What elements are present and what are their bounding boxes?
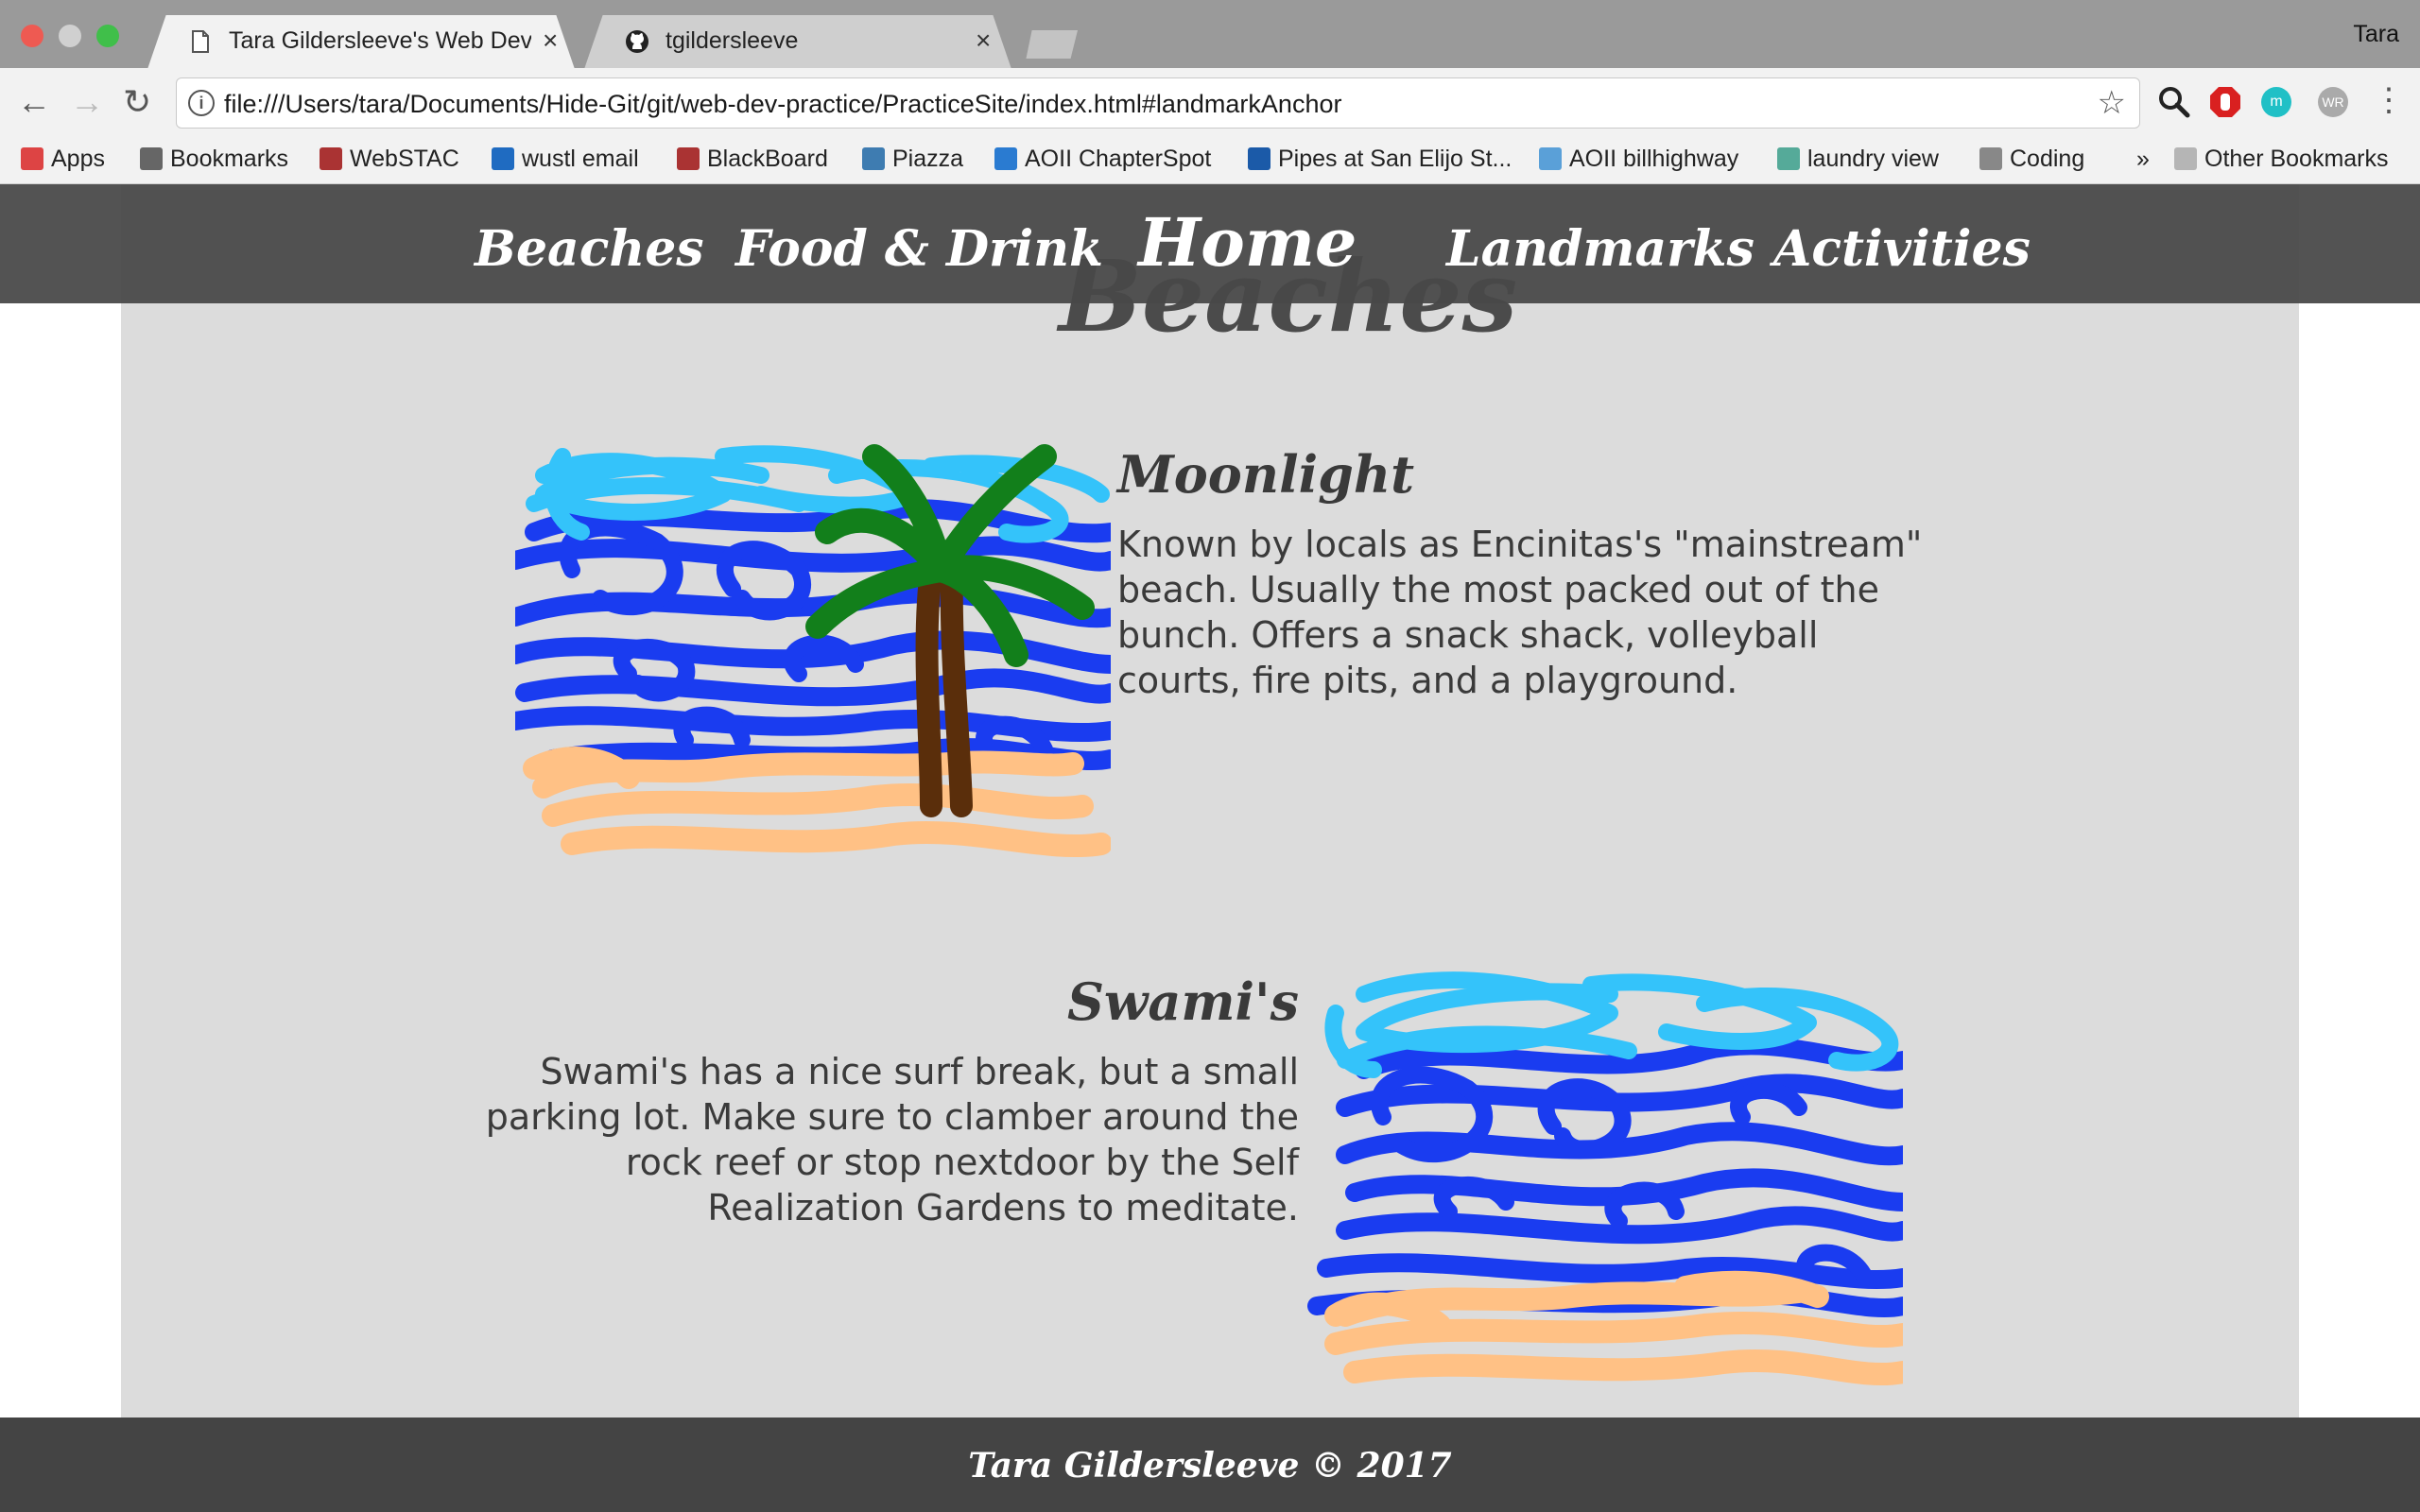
star-icon (140, 147, 163, 170)
bookmark-pipes-at-san-elijo-st[interactable]: Pipes at San Elijo St... (1248, 144, 1512, 174)
folder-icon (1979, 147, 2002, 170)
beach-description-swamis: Swami's has a nice surf break, but a sma… (485, 1051, 1299, 1228)
ad-blocker-icon[interactable] (2208, 85, 2242, 119)
site-navbar: Beaches Food & Drink Home Landmarks Acti… (0, 184, 2420, 303)
content-panel (121, 184, 2299, 1418)
nav-activities-link[interactable]: Activities (1773, 220, 2031, 278)
piazza-icon (862, 147, 885, 170)
other-bookmarks-label: Other Bookmarks (2204, 146, 2389, 172)
chapterspot-icon (994, 147, 1017, 170)
search-icon[interactable] (2157, 85, 2191, 119)
bookmark-blackboard[interactable]: BlackBoard (677, 144, 828, 174)
folder-icon (2174, 147, 2197, 170)
bookmark-label: BlackBoard (707, 146, 828, 172)
tab-github[interactable]: tgildersleeve × (571, 15, 1025, 68)
menu-icon[interactable]: ⋮ (2373, 81, 2405, 119)
bookmark-laundry-view[interactable]: laundry view (1777, 144, 1939, 174)
tab-web-dev[interactable]: Tara Gildersleeve's Web Dev P × (134, 15, 588, 68)
forward-arrow-icon[interactable]: → (70, 83, 104, 121)
bookmarks-bar: Apps Bookmarks WebSTAC wustl email BlackBoar… (0, 136, 2420, 184)
tab-title: tgildersleeve (666, 27, 799, 54)
bookmark-label: WebSTAC (350, 146, 459, 172)
surfline-icon (1248, 147, 1270, 170)
info-icon[interactable]: i (188, 90, 215, 116)
bookmark-star-icon[interactable]: ☆ (2098, 84, 2126, 122)
footer-copyright: Tara Gildersleeve © 2017 (968, 1446, 1452, 1486)
window-minimize-button[interactable] (59, 25, 81, 47)
bookmark-label: Pipes at San Elijo St... (1278, 146, 1512, 172)
document-icon (192, 30, 209, 53)
bookmark-wustl-email[interactable]: wustl email (492, 144, 639, 174)
beach-description-moonlight: Known by locals as Encinitas's "mainstre… (1117, 524, 1923, 701)
bookmark-label: Apps (51, 146, 105, 172)
billhighway-icon (1539, 147, 1562, 170)
mercury-extension-icon[interactable]: m (2261, 87, 2291, 117)
bookmark-label: AOII ChapterSpot (1025, 146, 1212, 172)
bookmarks-overflow-icon[interactable]: » (2136, 144, 2150, 174)
apps-grid-icon (21, 147, 43, 170)
bookmark-aoii-billhighway[interactable]: AOII billhighway (1539, 144, 1738, 174)
nav-beaches-link[interactable]: Beaches (475, 220, 704, 278)
bookmark-label: laundry view (1807, 146, 1939, 172)
window-zoom-button[interactable] (96, 25, 119, 47)
other-bookmarks-folder[interactable]: Other Bookmarks (2174, 144, 2389, 174)
beach-name-swamis: Swami's (1066, 971, 1299, 1032)
bookmark-label: Coding (2010, 146, 2085, 172)
tab-strip: Tara Gildersleeve's Web Dev P × tgilders… (0, 0, 2420, 68)
bookmark-apps[interactable]: Apps (21, 144, 105, 174)
bookmark-label: Bookmarks (170, 146, 289, 172)
browser-toolbar: ← → ↻ i file:///Users/tara/Documents/Hid… (0, 68, 2420, 136)
window-close-button[interactable] (21, 25, 43, 47)
back-arrow-icon[interactable]: ← (17, 83, 51, 121)
bookmark-aoii-chapterspot[interactable]: AOII ChapterSpot (994, 144, 1211, 174)
bookmark-coding[interactable]: Coding (1979, 144, 2084, 174)
nav-landmarks-link[interactable]: Landmarks (1446, 220, 1754, 278)
tab-close-icon[interactable]: × (976, 26, 991, 56)
bookmark-webstac[interactable]: WebSTAC (320, 144, 459, 174)
bookmark-piazza[interactable]: Piazza (862, 144, 963, 174)
nav-home-link[interactable]: Home (1138, 203, 1357, 282)
reload-icon[interactable]: ↻ (123, 83, 151, 121)
laundry-icon (1777, 147, 1800, 170)
swamis-beach-drawing (1307, 971, 1903, 1386)
bookmark-label: Piazza (892, 146, 964, 172)
beach-name-moonlight: Moonlight (1117, 444, 1415, 505)
bookmark-label: AOII billhighway (1569, 146, 1739, 172)
github-icon (626, 30, 648, 53)
outlook-icon (492, 147, 514, 170)
site-footer: Tara Gildersleeve © 2017 (0, 1418, 2420, 1512)
new-tab-button[interactable] (1026, 30, 1078, 59)
profile-name[interactable]: Tara (2353, 21, 2399, 48)
wr-extension-icon[interactable]: WR (2318, 87, 2348, 117)
bookmark-bookmarks[interactable]: Bookmarks (140, 144, 288, 174)
webstac-icon (320, 147, 342, 170)
tab-close-icon[interactable]: × (543, 26, 558, 56)
moonlight-beach-drawing (515, 444, 1111, 858)
address-bar[interactable]: i file:///Users/tara/Documents/Hide-Git/… (176, 77, 2140, 129)
tab-title: Tara Gildersleeve's Web Dev P (229, 27, 531, 54)
url-text[interactable]: file:///Users/tara/Documents/Hide-Git/gi… (224, 90, 1341, 119)
blackboard-icon (677, 147, 700, 170)
bookmark-label: wustl email (522, 146, 639, 172)
nav-food-drink-link[interactable]: Food & Drink (735, 220, 1103, 278)
